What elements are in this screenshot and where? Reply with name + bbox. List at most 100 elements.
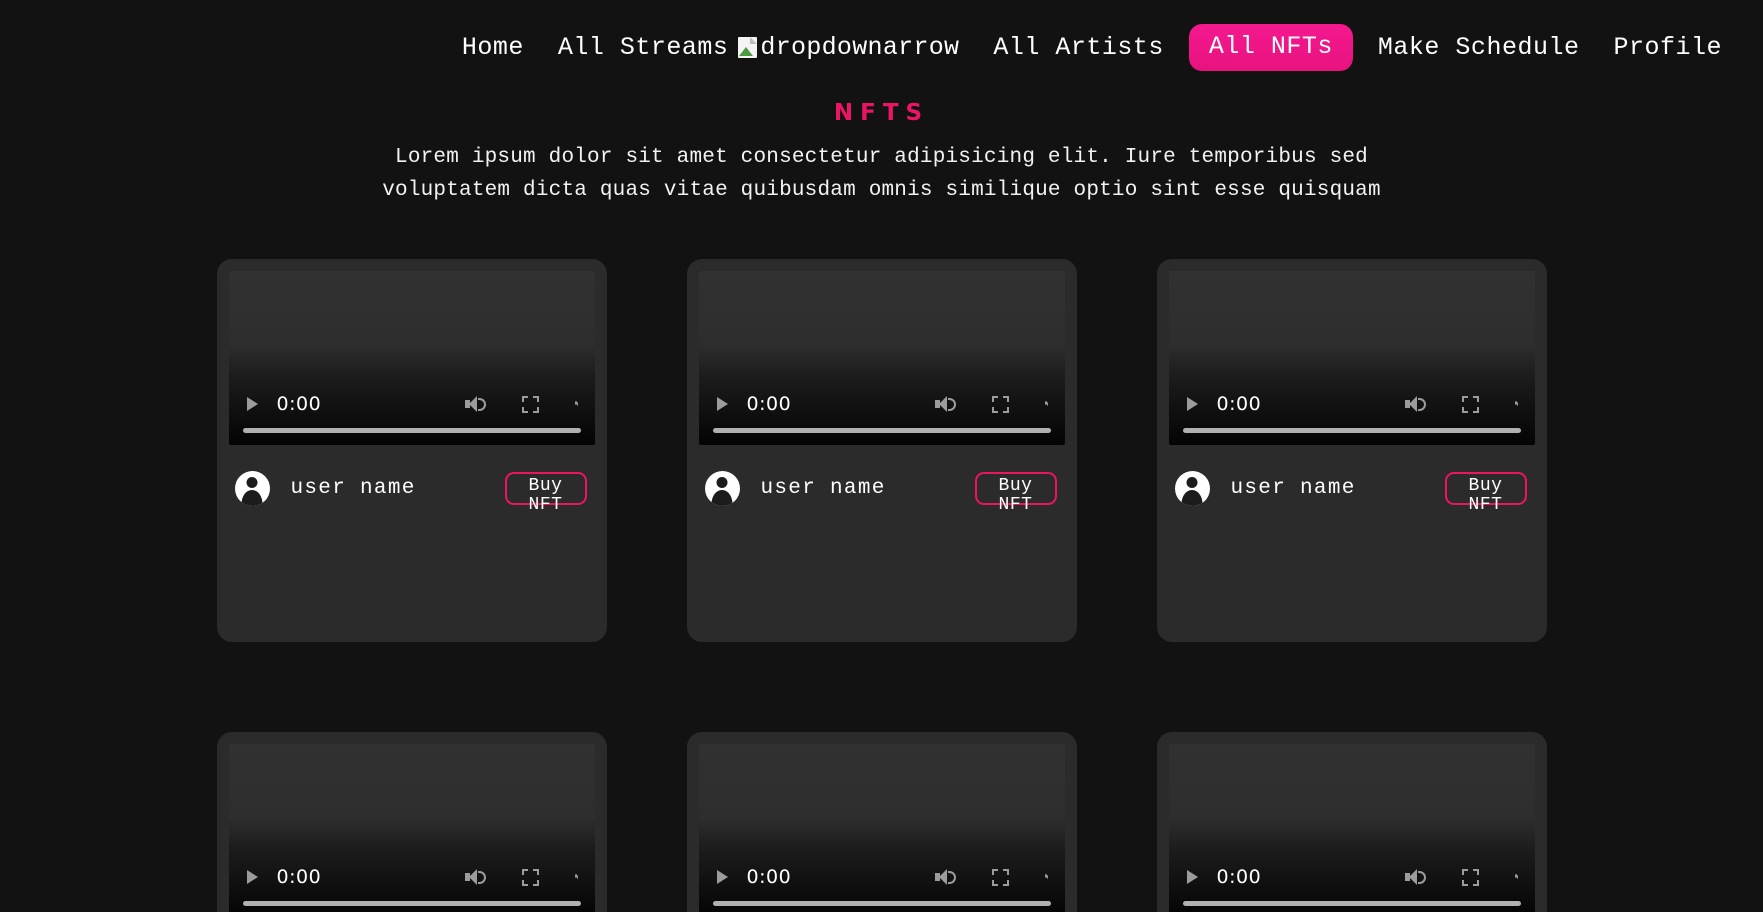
more-options-button[interactable]: [1514, 400, 1519, 408]
play-icon: [716, 397, 728, 412]
fullscreen-corner: [1472, 406, 1479, 413]
volume-waves: [1417, 871, 1426, 885]
fullscreen-button[interactable]: [521, 395, 539, 413]
video-controls: 0:00: [1169, 387, 1535, 421]
fullscreen-button[interactable]: [991, 868, 1009, 886]
play-button[interactable]: [243, 397, 258, 412]
fullscreen-corner: [1002, 868, 1009, 875]
nft-card[interactable]: 0:00: [216, 259, 607, 643]
fullscreen-corner: [521, 395, 528, 402]
video-progress-bar[interactable]: [712, 428, 1051, 434]
fullscreen-corner: [991, 879, 998, 886]
play-icon: [1186, 870, 1198, 885]
play-icon: [246, 870, 258, 885]
buy-nft-button[interactable]: Buy NFT: [1444, 472, 1527, 515]
volume-waves: [947, 398, 956, 412]
nav-item-profile[interactable]: Profile: [1596, 35, 1739, 60]
main-navigation: Home All Streams dropdownarrow All Artis…: [0, 0, 1763, 95]
fullscreen-corner: [521, 868, 528, 875]
fullscreen-corner: [532, 879, 539, 886]
buy-nft-button[interactable]: Buy NFT: [504, 472, 587, 515]
volume-button[interactable]: [1404, 395, 1426, 413]
fullscreen-corner: [991, 395, 998, 402]
volume-button[interactable]: [1404, 868, 1426, 886]
fullscreen-corner: [991, 406, 998, 413]
play-button[interactable]: [1183, 870, 1198, 885]
avatar: [234, 471, 270, 507]
page-subtitle: Lorem ipsum dolor sit amet consectetur a…: [382, 146, 1381, 202]
nft-video-player[interactable]: 0:00: [228, 744, 595, 912]
fullscreen-corner: [1472, 868, 1479, 875]
volume-icon: [934, 395, 956, 413]
fullscreen-corner: [532, 868, 539, 875]
more-options-button[interactable]: [574, 400, 579, 408]
more-options-button[interactable]: [1044, 873, 1049, 881]
video-progress-bar[interactable]: [242, 901, 581, 907]
nft-owner-name: user name: [290, 477, 416, 501]
volume-button[interactable]: [934, 395, 956, 413]
nft-video-player[interactable]: 0:00: [228, 271, 595, 446]
fullscreen-corner: [532, 395, 539, 402]
kebab-dot: [1517, 402, 1519, 407]
more-options-button[interactable]: [1044, 400, 1049, 408]
volume-button[interactable]: [934, 868, 956, 886]
video-progress-bar[interactable]: [242, 428, 581, 434]
dropdown-arrow-icon[interactable]: dropdownarrow: [738, 33, 959, 62]
fullscreen-button[interactable]: [991, 395, 1009, 413]
more-options-button[interactable]: [574, 873, 579, 881]
broken-image-glyph: [738, 37, 758, 58]
video-controls: 0:00: [1169, 860, 1535, 894]
play-icon: [1186, 397, 1198, 412]
nft-card[interactable]: 0:00: [686, 732, 1077, 912]
volume-icon: [934, 868, 956, 886]
fullscreen-button[interactable]: [521, 868, 539, 886]
nft-video-player[interactable]: 0:00: [1168, 271, 1535, 446]
volume-button[interactable]: [464, 395, 486, 413]
play-button[interactable]: [713, 397, 728, 412]
fullscreen-corner: [1461, 868, 1468, 875]
volume-button[interactable]: [464, 868, 486, 886]
nft-card[interactable]: 0:00: [686, 259, 1077, 643]
nav-item-home[interactable]: Home: [445, 35, 541, 60]
fullscreen-corner: [1472, 879, 1479, 886]
nav-item-all-artists[interactable]: All Artists: [976, 35, 1181, 60]
fullscreen-corner: [1002, 395, 1009, 402]
video-progress-bar[interactable]: [1182, 428, 1521, 434]
volume-icon: [464, 395, 486, 413]
play-button[interactable]: [243, 870, 258, 885]
volume-waves: [947, 871, 956, 885]
nft-owner-name: user name: [1230, 477, 1356, 501]
buy-nft-button[interactable]: Buy NFT: [974, 472, 1057, 515]
play-button[interactable]: [713, 870, 728, 885]
video-current-time: 0:00: [1216, 393, 1262, 416]
volume-icon: [1404, 395, 1426, 413]
volume-waves: [477, 871, 486, 885]
nav-item-all-nfts[interactable]: All NFTs: [1188, 24, 1353, 71]
nft-video-player[interactable]: 0:00: [698, 744, 1065, 912]
fullscreen-corner: [1002, 879, 1009, 886]
video-current-time: 0:00: [746, 866, 792, 889]
nav-item-all-streams[interactable]: All Streams dropdownarrow: [541, 33, 976, 62]
nav-item-make-schedule[interactable]: Make Schedule: [1361, 35, 1597, 60]
video-current-time: 0:00: [276, 866, 322, 889]
play-icon: [246, 397, 258, 412]
more-options-button[interactable]: [1514, 873, 1519, 881]
fullscreen-button[interactable]: [1461, 395, 1479, 413]
play-button[interactable]: [1183, 397, 1198, 412]
nft-card[interactable]: 0:00: [1156, 259, 1547, 643]
fullscreen-corner: [991, 868, 998, 875]
fullscreen-corner: [521, 406, 528, 413]
nft-card[interactable]: 0:00: [1156, 732, 1547, 912]
kebab-dot: [1047, 875, 1049, 880]
nft-video-player[interactable]: 0:00: [1168, 744, 1535, 912]
fullscreen-corner: [1461, 395, 1468, 402]
nft-owner-name: user name: [760, 477, 886, 501]
volume-waves: [1417, 398, 1426, 412]
nft-video-player[interactable]: 0:00: [698, 271, 1065, 446]
fullscreen-button[interactable]: [1461, 868, 1479, 886]
volume-icon: [1404, 868, 1426, 886]
video-progress-bar[interactable]: [1182, 901, 1521, 907]
nft-card[interactable]: 0:00: [216, 732, 607, 912]
video-progress-bar[interactable]: [712, 901, 1051, 907]
video-controls: 0:00: [229, 387, 595, 421]
